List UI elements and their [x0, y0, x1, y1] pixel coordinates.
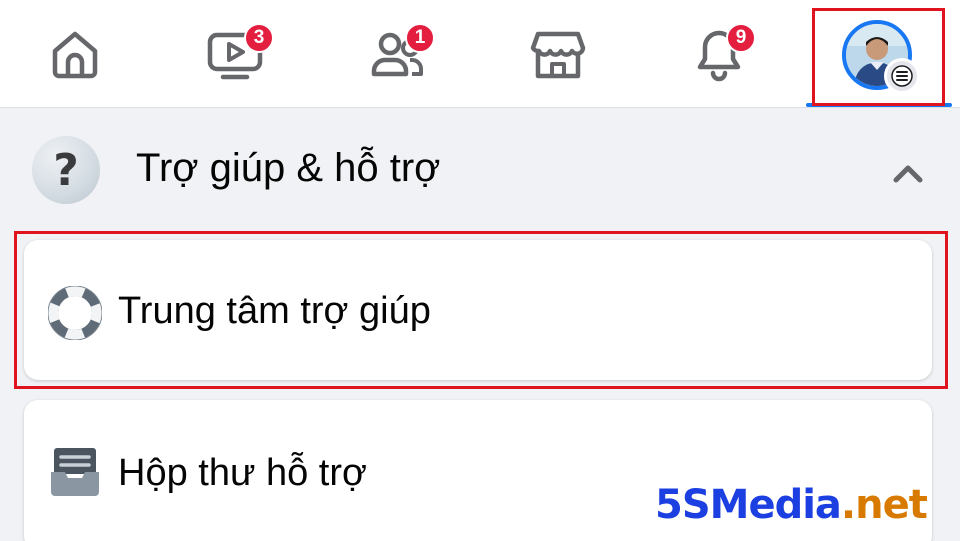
inbox-tray-icon — [51, 448, 99, 496]
friends-badge: 1 — [405, 23, 435, 53]
chevron-up-icon[interactable] — [888, 158, 928, 188]
help-center-highlight-box — [14, 231, 948, 389]
home-icon — [52, 31, 98, 79]
watch-badge: 3 — [244, 23, 274, 53]
nav-watch[interactable]: 3 — [170, 0, 300, 108]
nav-notifications[interactable]: 9 — [654, 0, 784, 108]
nav-home[interactable] — [10, 0, 140, 108]
nav-marketplace[interactable] — [493, 0, 623, 108]
help-icon: ? — [32, 136, 100, 204]
notifications-badge: 9 — [726, 23, 756, 53]
help-support-section-header[interactable]: ? Trợ giúp & hỗ trợ — [0, 120, 960, 230]
watermark-logo: 5SMedia.net — [655, 482, 928, 528]
nav-friends[interactable]: 1 — [333, 0, 463, 108]
support-inbox-label: Hộp thư hỗ trợ — [118, 452, 367, 494]
section-title: Trợ giúp & hỗ trợ — [136, 146, 441, 190]
marketplace-icon — [530, 31, 586, 79]
watermark-main-text: 5SMedia — [655, 482, 842, 528]
watermark-tld-text: .net — [840, 482, 928, 528]
profile-highlight-box — [812, 8, 945, 106]
